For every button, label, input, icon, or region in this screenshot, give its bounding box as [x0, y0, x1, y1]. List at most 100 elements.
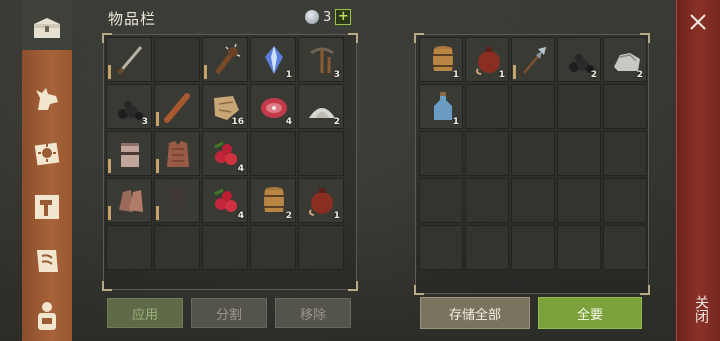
item-quantity: 1: [498, 70, 505, 80]
storage-slot[interactable]: [603, 225, 647, 270]
inventory-slot[interactable]: 2: [298, 84, 344, 129]
storage-slot[interactable]: [603, 178, 647, 223]
inventory-slot[interactable]: 1: [250, 37, 296, 82]
storage-slot[interactable]: [511, 131, 555, 176]
item-quantity: 2: [636, 70, 643, 80]
storage-slot[interactable]: [603, 131, 647, 176]
split-button[interactable]: 分割: [191, 298, 267, 328]
storage-slot[interactable]: [465, 225, 509, 270]
item-quantity: 3: [333, 70, 340, 80]
item-quantity: 1: [333, 211, 340, 221]
storage-slot[interactable]: [511, 37, 555, 82]
storage-slot[interactable]: [511, 225, 555, 270]
storage-slot[interactable]: 1: [419, 37, 463, 82]
dog-tab[interactable]: [22, 74, 72, 124]
inventory-slot[interactable]: [298, 225, 344, 270]
storage-slot[interactable]: [465, 178, 509, 223]
item-quantity: 1: [285, 70, 292, 80]
chest-icon: [34, 18, 60, 38]
storage-chest-tab[interactable]: [22, 2, 72, 52]
inventory-slot[interactable]: [298, 131, 344, 176]
durability-bar: [513, 65, 516, 79]
inventory-grid: 1 3 3 16 4 2 4 4 2 1: [106, 37, 344, 270]
leather-armor-icon: [167, 141, 189, 167]
storage-slot[interactable]: 2: [603, 37, 647, 82]
durability-bar: [108, 159, 111, 173]
inventory-slot[interactable]: [106, 37, 152, 82]
sun-map-icon: [34, 142, 60, 166]
inventory-slot[interactable]: [154, 178, 200, 223]
halberd-icon: [523, 46, 547, 74]
inventory-slot[interactable]: [250, 131, 296, 176]
storage-slot[interactable]: [511, 178, 555, 223]
take-all-button[interactable]: 全要: [538, 297, 642, 329]
inventory-slot[interactable]: [154, 131, 200, 176]
item-quantity: 1: [452, 70, 459, 80]
inventory-title: 物品栏: [108, 10, 157, 28]
currency-amount: 3: [323, 9, 332, 25]
storage-slot[interactable]: [419, 225, 463, 270]
close-button-label[interactable]: 关闭: [685, 295, 711, 323]
storage-slot[interactable]: [557, 84, 601, 129]
storage-slot[interactable]: 1: [419, 84, 463, 129]
storage-grid: 1 1 2 2 1: [419, 37, 647, 270]
inventory-slot[interactable]: [154, 84, 200, 129]
gloves-icon: [119, 190, 143, 212]
storage-slot[interactable]: [511, 84, 555, 129]
close-icon[interactable]: [686, 10, 710, 34]
inventory-slot[interactable]: [154, 37, 200, 82]
durability-bar: [156, 112, 159, 126]
durability-bar: [204, 65, 207, 79]
spiked-club-icon: [215, 43, 241, 75]
item-quantity: 4: [285, 117, 292, 127]
storage-slot[interactable]: [557, 178, 601, 223]
storage-slot[interactable]: [557, 225, 601, 270]
apply-button[interactable]: 应用: [107, 298, 183, 328]
inventory-slot[interactable]: [106, 178, 152, 223]
item-quantity: 2: [590, 70, 597, 80]
inventory-slot[interactable]: 2: [250, 178, 296, 223]
inventory-slot[interactable]: 16: [202, 84, 248, 129]
inventory-slot[interactable]: [106, 225, 152, 270]
storage-slot[interactable]: [557, 131, 601, 176]
hammer-icon: [35, 195, 59, 219]
inventory-slot[interactable]: 4: [250, 84, 296, 129]
character-tab[interactable]: [22, 290, 72, 340]
item-quantity: 3: [141, 117, 148, 127]
quest-tab[interactable]: [22, 236, 72, 286]
inventory-slot[interactable]: [154, 225, 200, 270]
helmet-icon: [121, 143, 139, 167]
add-currency-button[interactable]: +: [335, 9, 352, 25]
storage-slot[interactable]: [419, 131, 463, 176]
pants-icon: [169, 188, 187, 214]
durability-bar: [156, 159, 159, 173]
inventory-slot[interactable]: [106, 131, 152, 176]
map-tab[interactable]: [22, 128, 72, 178]
inventory-slot[interactable]: [250, 225, 296, 270]
item-quantity: 4: [237, 211, 244, 221]
scroll-icon: [37, 250, 58, 272]
inventory-slot[interactable]: 4: [202, 178, 248, 223]
item-quantity: 2: [333, 117, 340, 127]
remove-button[interactable]: 移除: [275, 298, 351, 328]
storage-slot[interactable]: [419, 178, 463, 223]
inventory-slot[interactable]: 1: [298, 178, 344, 223]
durability-bar: [156, 206, 159, 220]
inventory-slot[interactable]: [202, 225, 248, 270]
storage-slot[interactable]: [603, 84, 647, 129]
storage-slot[interactable]: 1: [465, 37, 509, 82]
storage-slot[interactable]: [465, 84, 509, 129]
category-tabs: [0, 0, 72, 341]
inventory-slot[interactable]: 4: [202, 131, 248, 176]
gem-icon: [305, 10, 319, 24]
item-quantity: 1: [452, 117, 459, 127]
inventory-slot[interactable]: [202, 37, 248, 82]
inventory-slot[interactable]: 3: [298, 37, 344, 82]
inventory-slot[interactable]: 3: [106, 84, 152, 129]
storage-slot[interactable]: 2: [557, 37, 601, 82]
storage-slot[interactable]: [465, 131, 509, 176]
store-all-button[interactable]: 存储全部: [420, 297, 530, 329]
crafting-tab[interactable]: [22, 182, 72, 232]
close-panel[interactable]: [676, 0, 720, 341]
item-quantity: 16: [231, 117, 244, 127]
